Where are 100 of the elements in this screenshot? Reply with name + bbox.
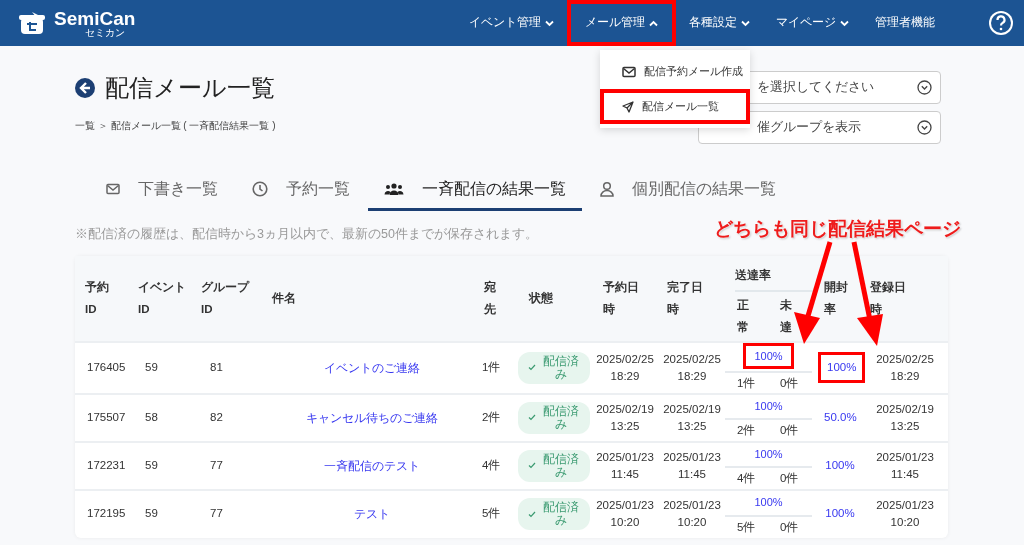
- table-cell: 4件: [482, 458, 501, 471]
- back-icon[interactable]: [75, 78, 95, 98]
- subject-link[interactable]: イベントのご連絡: [324, 360, 420, 375]
- tab[interactable]: 個別配信の結果一覧: [584, 177, 792, 211]
- open-rate-link[interactable]: 100%: [819, 501, 861, 527]
- table-cell-text: 2025/02/19 13:25: [662, 401, 722, 434]
- status-badge: 配信済み: [518, 401, 590, 434]
- status-badge: 配信済み: [518, 351, 590, 384]
- status-badge: 配信済み: [518, 498, 590, 530]
- column-header: 予約ID: [85, 280, 110, 318]
- table-cell-text: 2件: [736, 423, 757, 439]
- tab[interactable]: 予約一覧: [236, 177, 366, 211]
- table-cell-text: 5件: [736, 519, 757, 535]
- column-header: グループID: [201, 279, 251, 318]
- table-cell: 59: [145, 361, 158, 373]
- column-header: 登録日時: [870, 280, 907, 318]
- chevron-down-icon: [545, 19, 554, 27]
- column-header: 宛先: [484, 279, 497, 318]
- table-cell-text: 2025/01/23 10:20: [595, 498, 655, 530]
- delivery-rate-link[interactable]: 100%: [743, 342, 794, 370]
- table-cell-text: 2025/01/23 11:45: [662, 449, 722, 482]
- table-cell-text: 2025/02/19 13:25: [875, 401, 935, 434]
- open-rate-link[interactable]: 50.0%: [818, 404, 863, 431]
- open-rate-link[interactable]: 100%: [819, 452, 861, 479]
- column-header: 正常: [737, 298, 750, 336]
- delivery-rate-link[interactable]: 100%: [746, 492, 791, 513]
- logo-text: SemiCan: [54, 8, 136, 28]
- table-cell: 172195: [87, 507, 126, 520]
- table-cell-text: 2025/02/19 13:25: [595, 401, 655, 434]
- table-cell: 77: [210, 458, 223, 471]
- check-icon: [528, 364, 536, 372]
- help-icon[interactable]: [988, 10, 1014, 36]
- chevron-up-icon: [649, 19, 658, 27]
- nav-item[interactable]: イベント管理: [456, 0, 567, 46]
- table-cell-text: 1件: [736, 376, 757, 392]
- users-icon: [384, 182, 404, 196]
- check-icon: [528, 414, 536, 421]
- table-cell: 82: [210, 410, 223, 423]
- delivery-rate-link[interactable]: 100%: [746, 395, 791, 417]
- table-cell: 58: [145, 410, 158, 423]
- status-badge: 配信済み: [518, 449, 590, 482]
- nav-item[interactable]: 各種設定: [676, 0, 763, 46]
- table-cell: 176405: [87, 361, 126, 373]
- table-cell-text: 4件: [736, 471, 757, 487]
- column-header: イベントID: [138, 280, 187, 318]
- retention-note: ※配信済の履歴は、配信時から3ヵ月以内で、最新の50件までが保存されます。: [75, 226, 538, 243]
- table-cell-text: 2025/01/23 10:20: [662, 498, 722, 530]
- column-header: 件名: [272, 291, 296, 307]
- chevron-down-icon: [917, 80, 932, 95]
- column-header: 予約日時: [603, 280, 640, 318]
- table-cell: 77: [210, 507, 223, 520]
- table-cell: 172231: [87, 458, 126, 471]
- send-icon: [622, 100, 634, 113]
- logo-icon: [18, 10, 48, 36]
- chevron-down-icon: [840, 19, 849, 27]
- page-title: 配信メール一覧: [105, 73, 275, 103]
- table-cell: 59: [145, 507, 158, 520]
- envelope-icon: [622, 65, 636, 78]
- check-icon: [528, 462, 536, 469]
- chevron-down-icon: [741, 19, 750, 27]
- table-cell: 5件: [482, 507, 501, 520]
- table-cell: 81: [210, 361, 223, 373]
- subject-link[interactable]: 一斉配信のテスト: [324, 458, 420, 473]
- nav-item[interactable]: 管理者機能: [862, 0, 948, 46]
- table-cell-text: 2025/02/25 18:29: [662, 351, 722, 384]
- column-header: 未達: [780, 298, 793, 336]
- tab[interactable]: 下書き一覧: [90, 177, 234, 211]
- table-cell: 175507: [87, 410, 126, 423]
- clock-icon: [252, 181, 268, 197]
- column-header: 開封率: [824, 280, 849, 318]
- table-cell-text: 0件: [779, 423, 799, 439]
- table-cell: 2件: [482, 410, 501, 423]
- annotation-label: どちらも同じ配信結果ページ: [714, 217, 961, 241]
- chevron-down-icon: [917, 120, 932, 135]
- table-cell: 1件: [482, 361, 501, 373]
- user-icon: [600, 181, 614, 197]
- check-icon: [528, 510, 536, 518]
- subject-link[interactable]: テスト: [354, 507, 390, 521]
- table-cell-text: 2025/02/25 18:29: [595, 351, 655, 384]
- breadcrumb[interactable]: 一覧 ＞ 配信メール一覧 ( 一斉配信結果一覧 ): [75, 118, 276, 133]
- column-header: 完了日時: [667, 279, 704, 318]
- table-cell: 59: [145, 458, 158, 471]
- table-cell-text: 2025/01/23 11:45: [595, 449, 655, 482]
- open-rate-link[interactable]: 100%: [818, 352, 866, 384]
- table-cell-text: 2025/01/23 11:45: [875, 449, 935, 482]
- logo-subtext: セミカン: [84, 27, 125, 38]
- tab[interactable]: 一斉配信の結果一覧: [368, 177, 582, 211]
- table-cell-text: 0件: [779, 376, 799, 392]
- table-cell-text: 0件: [779, 519, 799, 535]
- delivery-rate-link[interactable]: 100%: [746, 443, 791, 465]
- table-cell-text: 0件: [779, 471, 799, 487]
- table-cell-text: 2025/01/23 10:20: [875, 498, 935, 530]
- nav-item[interactable]: メール管理: [567, 0, 676, 46]
- column-header: 送達率: [735, 268, 771, 281]
- menu-item[interactable]: 配信メール一覧: [600, 89, 750, 124]
- subject-link[interactable]: キャンセル待ちのご連絡: [306, 410, 438, 425]
- column-header: 状態: [529, 291, 553, 307]
- table-cell-text: 2025/02/25 18:29: [875, 351, 935, 384]
- nav-item[interactable]: マイページ: [763, 0, 862, 46]
- envelope-icon: [106, 183, 120, 195]
